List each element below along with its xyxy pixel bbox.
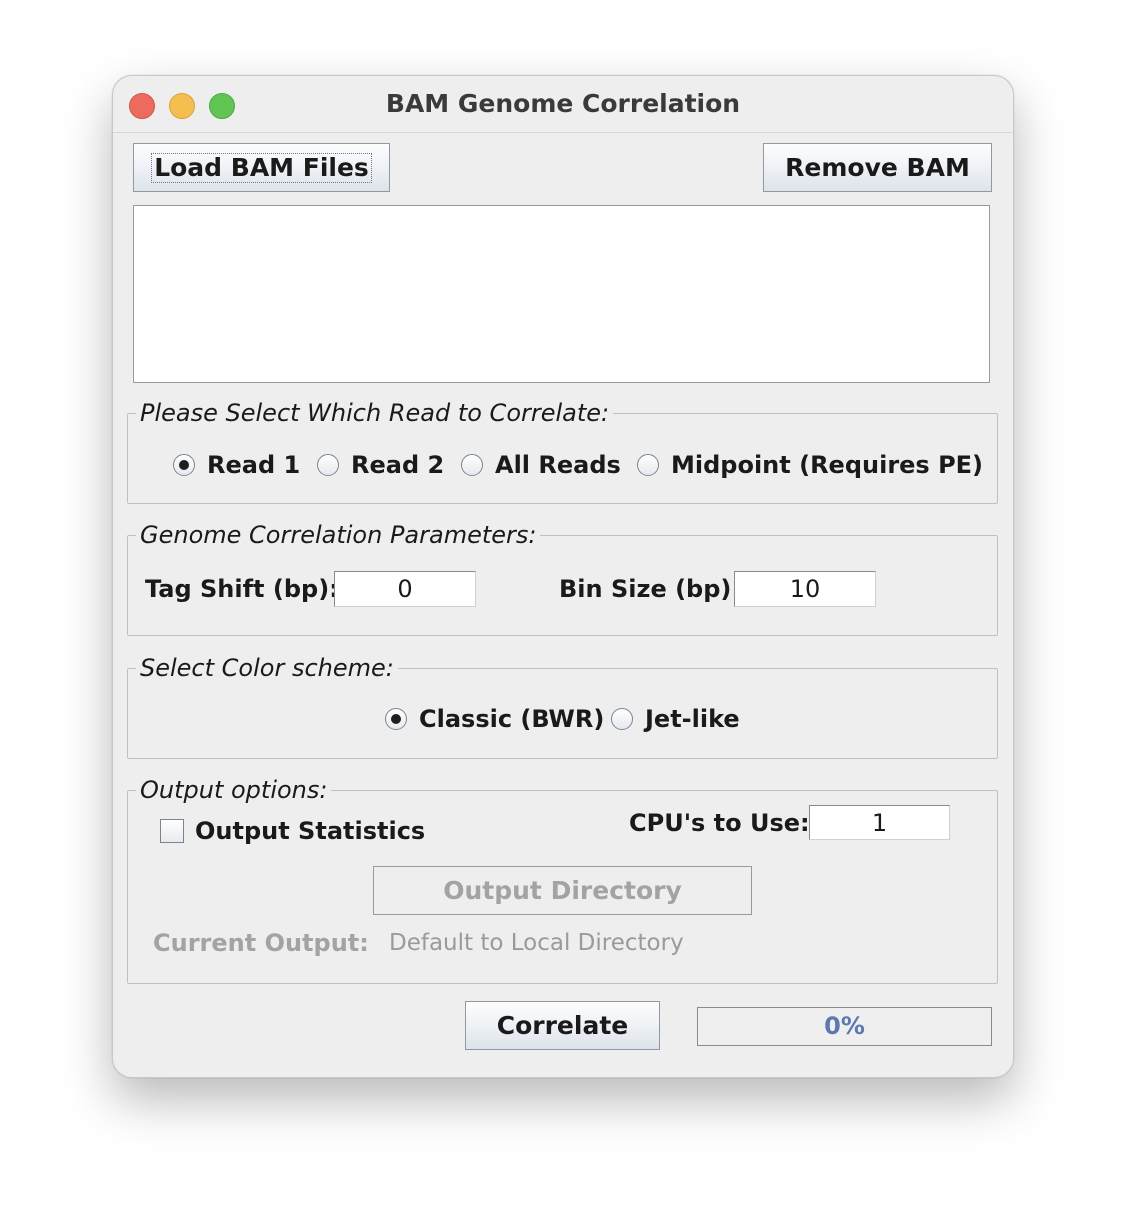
all-reads-radio[interactable]	[461, 454, 483, 476]
color-scheme-legend: Select Color scheme:	[140, 654, 394, 682]
classic-bwr-label[interactable]: Classic (BWR)	[419, 705, 604, 733]
read-2-radio[interactable]	[317, 454, 339, 476]
current-output-label: Current Output:	[153, 929, 369, 957]
bin-size-input[interactable]: 10	[734, 571, 876, 607]
title-bar[interactable]: BAM Genome Correlation	[113, 76, 1013, 133]
output-directory-button[interactable]: Output Directory	[373, 866, 752, 915]
read-2-label[interactable]: Read 2	[351, 451, 444, 479]
remove-bam-button[interactable]: Remove BAM	[763, 143, 992, 192]
jet-like-label[interactable]: Jet-like	[645, 705, 740, 733]
remove-bam-label: Remove BAM	[785, 153, 970, 182]
midpoint-radio[interactable]	[637, 454, 659, 476]
tag-shift-input[interactable]: 0	[334, 571, 476, 607]
read-selection-legend: Please Select Which Read to Correlate:	[140, 399, 610, 427]
load-bam-files-label: Load BAM Files	[151, 152, 372, 183]
bin-size-label: Bin Size (bp):	[559, 575, 741, 603]
cpu-label: CPU's to Use:	[629, 809, 810, 837]
current-output-value: Default to Local Directory	[389, 930, 684, 956]
app-window: BAM Genome Correlation Load BAM Files Re…	[112, 75, 1014, 1078]
output-options-legend: Output options:	[140, 776, 328, 804]
midpoint-label[interactable]: Midpoint (Requires PE)	[671, 451, 983, 479]
progress-bar: 0%	[697, 1007, 992, 1046]
load-bam-files-button[interactable]: Load BAM Files	[133, 143, 390, 192]
output-statistics-checkbox[interactable]	[160, 819, 184, 843]
jet-like-radio[interactable]	[611, 708, 633, 730]
bam-file-list[interactable]	[133, 205, 990, 383]
classic-bwr-radio[interactable]	[385, 708, 407, 730]
correlation-parameters-legend: Genome Correlation Parameters:	[140, 521, 537, 549]
tag-shift-label: Tag Shift (bp):	[145, 575, 339, 603]
correlate-button[interactable]: Correlate	[465, 1001, 660, 1050]
correlate-label: Correlate	[496, 1011, 629, 1040]
output-statistics-label[interactable]: Output Statistics	[195, 817, 425, 845]
output-directory-label: Output Directory	[443, 876, 682, 905]
all-reads-label[interactable]: All Reads	[495, 451, 621, 479]
progress-text: 0%	[824, 1012, 865, 1040]
cpu-input[interactable]: 1	[809, 805, 950, 840]
read-1-label[interactable]: Read 1	[207, 451, 300, 479]
read-1-radio[interactable]	[173, 454, 195, 476]
window-title: BAM Genome Correlation	[385, 89, 741, 118]
